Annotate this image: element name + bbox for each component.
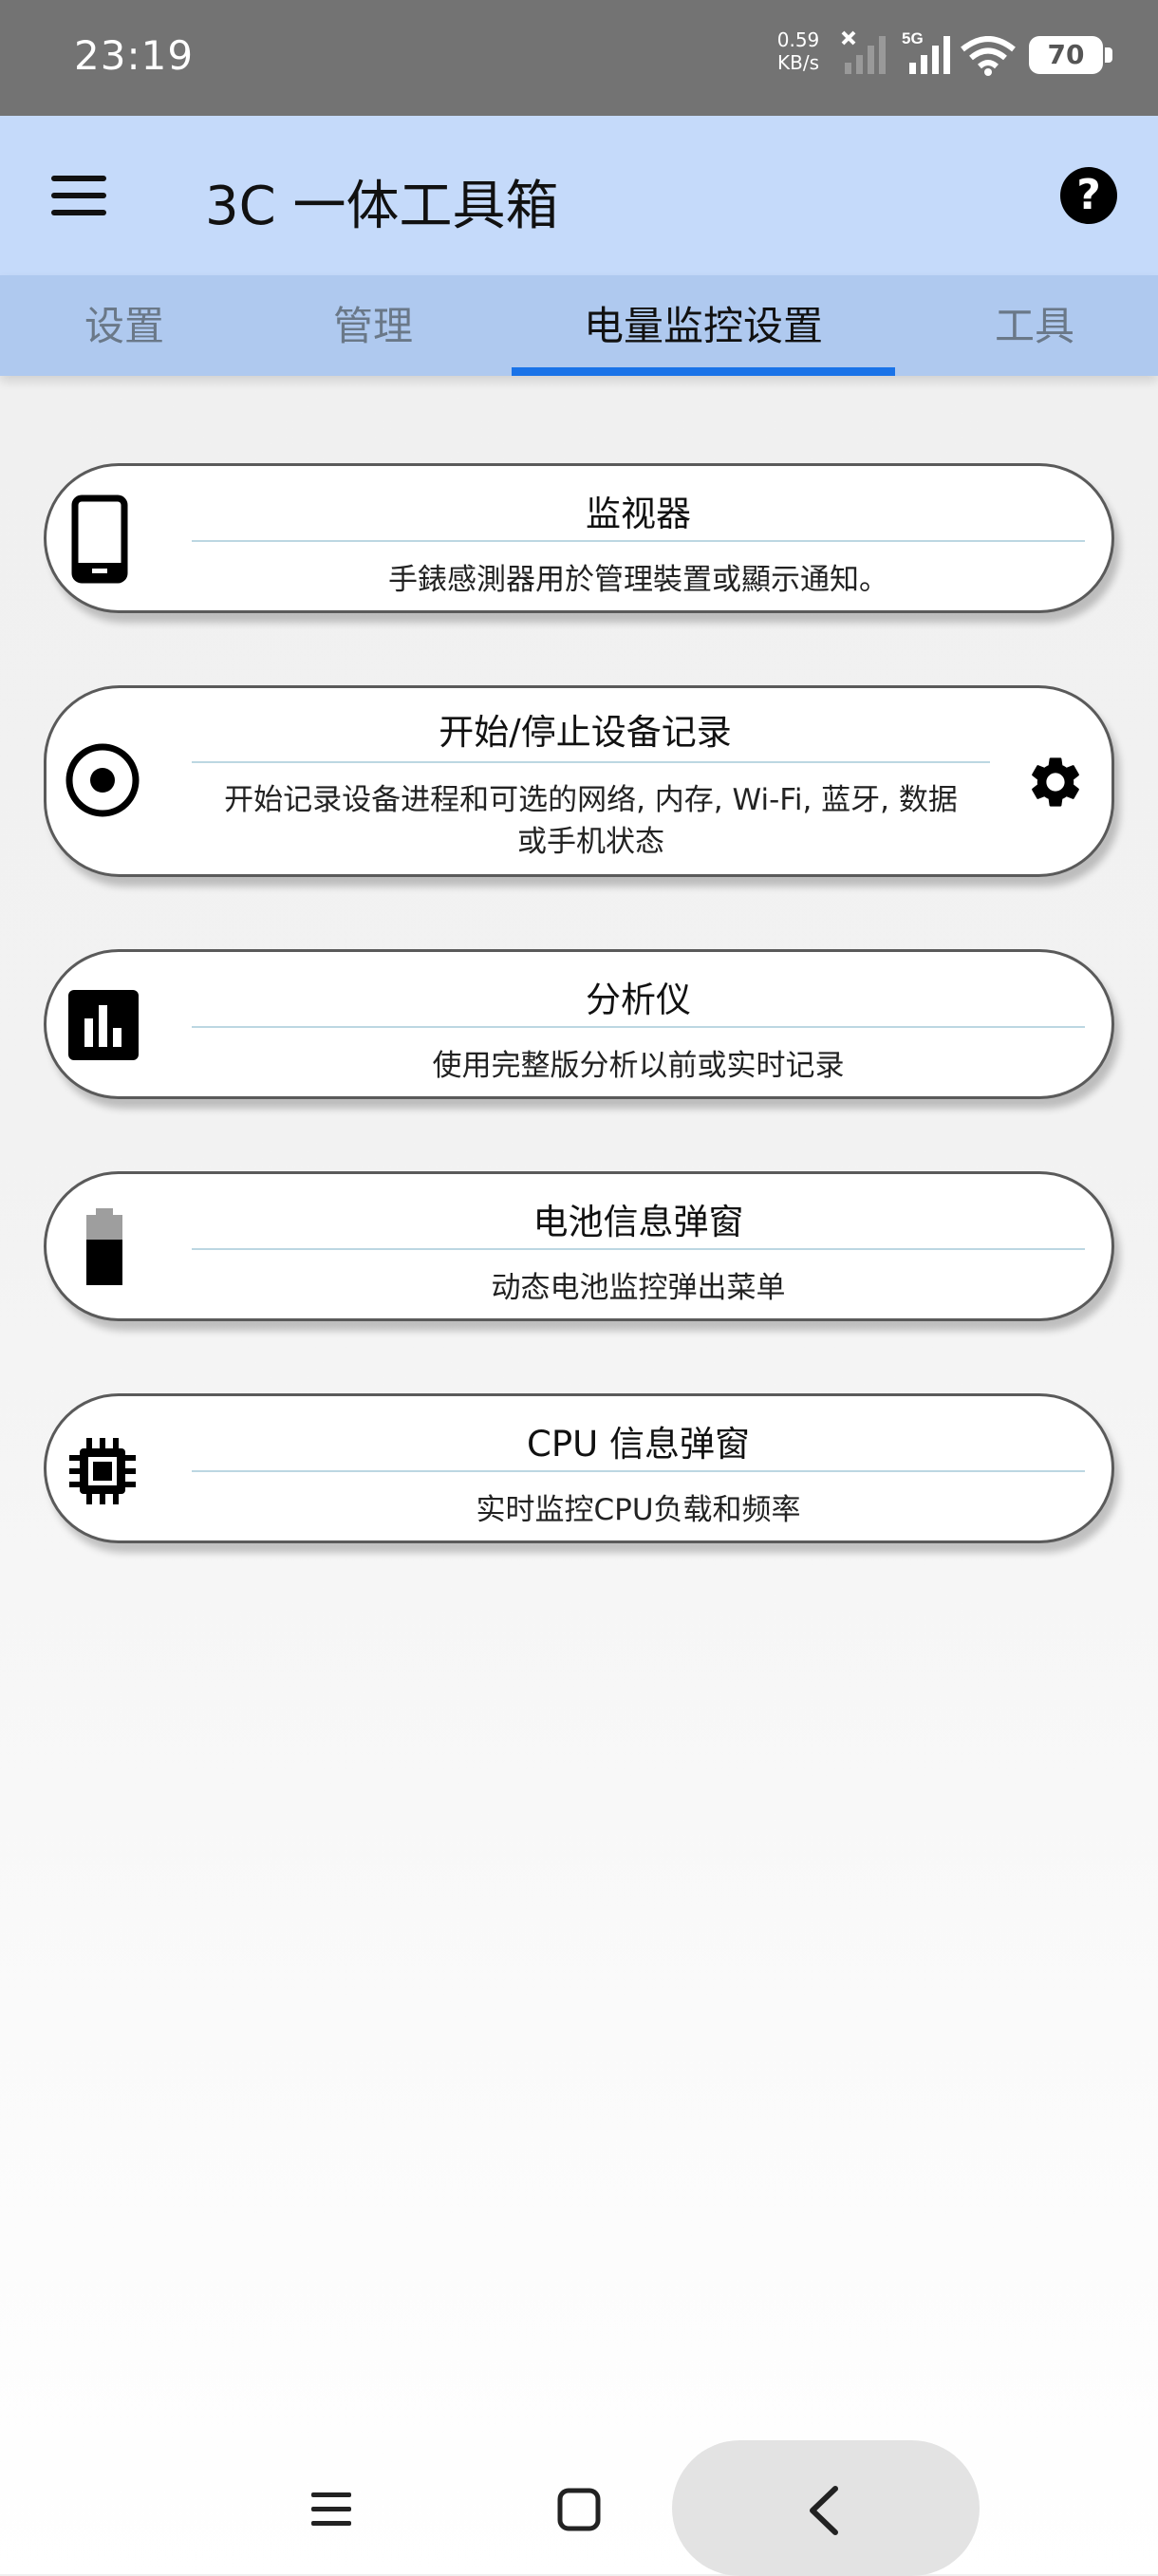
card-title: 监视器 xyxy=(586,494,691,534)
system-navigation-bar xyxy=(0,2411,1158,2576)
battery-status-icon: 70 xyxy=(1029,36,1116,78)
card-cpu-popup[interactable]: CPU 信息弹窗 实时监控CPU负载和频率 xyxy=(44,1393,1114,1543)
network-speed-unit: KB/s xyxy=(777,51,819,74)
no-signal-icon xyxy=(841,30,886,74)
card-description-line: 或手机状态 xyxy=(517,825,664,859)
network-type-label: 5G xyxy=(902,30,924,47)
card-title: CPU 信息弹窗 xyxy=(527,1424,750,1465)
back-icon[interactable] xyxy=(805,2485,843,2536)
card-battery-popup[interactable]: 电池信息弹窗 动态电池监控弹出菜单 xyxy=(44,1171,1114,1321)
battery-icon xyxy=(86,1208,122,1285)
tab-battery-monitor-settings[interactable]: 电量监控设置 xyxy=(512,275,895,376)
cpu-chip-icon xyxy=(69,1438,136,1504)
home-icon[interactable] xyxy=(556,2487,602,2532)
status-bar: 23:19 0.59 KB/s 5G 70 xyxy=(0,0,1158,116)
battery-nub xyxy=(1105,47,1112,63)
status-time: 23:19 xyxy=(74,32,195,79)
wifi-icon xyxy=(961,36,1016,76)
tab-settings[interactable]: 设置 xyxy=(0,275,249,376)
phone-icon xyxy=(71,495,128,584)
card-title: 分析仪 xyxy=(586,980,691,1020)
status-icons: 0.59 KB/s 5G 70 xyxy=(759,0,1158,116)
card-divider xyxy=(192,1470,1085,1472)
card-monitor[interactable]: 监视器 手錶感測器用於管理裝置或顯示通知。 xyxy=(44,463,1114,613)
tab-tools[interactable]: 工具 xyxy=(911,275,1158,376)
card-title: 开始/停止设备记录 xyxy=(439,712,732,753)
card-divider xyxy=(192,1026,1085,1028)
tab-manage[interactable]: 管理 xyxy=(249,275,497,376)
app-title: 3C 一体工具箱 xyxy=(205,176,559,237)
card-description: 手錶感測器用於管理裝置或顯示通知。 xyxy=(388,563,888,597)
card-device-recording[interactable]: 开始/停止设备记录 开始记录设备进程和可选的网络, 内存, Wi-Fi, 蓝牙,… xyxy=(44,685,1114,877)
card-description: 实时监控CPU负载和频率 xyxy=(476,1493,801,1527)
battery-level: 70 xyxy=(1029,36,1103,74)
app-bar: 3C 一体工具箱 ? xyxy=(0,116,1158,275)
gear-icon[interactable] xyxy=(1025,752,1086,812)
card-description: 开始记录设备进程和可选的网络, 内存, Wi-Fi, 蓝牙, 数据 或手机状态 xyxy=(192,779,990,863)
cellular-signal-icon: 5G xyxy=(902,30,950,74)
active-tab-indicator xyxy=(512,367,895,376)
card-analyzer[interactable]: 分析仪 使用完整版分析以前或实时记录 xyxy=(44,949,1114,1099)
network-speed: 0.59 KB/s xyxy=(769,28,828,74)
recent-apps-icon[interactable] xyxy=(309,2489,353,2530)
record-icon xyxy=(65,743,140,817)
help-icon[interactable]: ? xyxy=(1060,167,1117,224)
bar-chart-icon xyxy=(68,990,139,1060)
network-speed-value: 0.59 xyxy=(776,28,820,51)
card-description: 动态电池监控弹出菜单 xyxy=(491,1271,786,1305)
card-description-line: 开始记录设备进程和可选的网络, 内存, Wi-Fi, 蓝牙, 数据 xyxy=(224,783,958,817)
card-divider xyxy=(192,761,990,763)
card-title: 电池信息弹窗 xyxy=(532,1202,744,1242)
card-description: 使用完整版分析以前或实时记录 xyxy=(432,1049,845,1083)
card-divider xyxy=(192,1248,1085,1250)
menu-icon[interactable] xyxy=(51,176,106,215)
card-divider xyxy=(192,540,1085,542)
tab-bar: 设置 管理 电量监控设置 工具 xyxy=(0,275,1158,376)
